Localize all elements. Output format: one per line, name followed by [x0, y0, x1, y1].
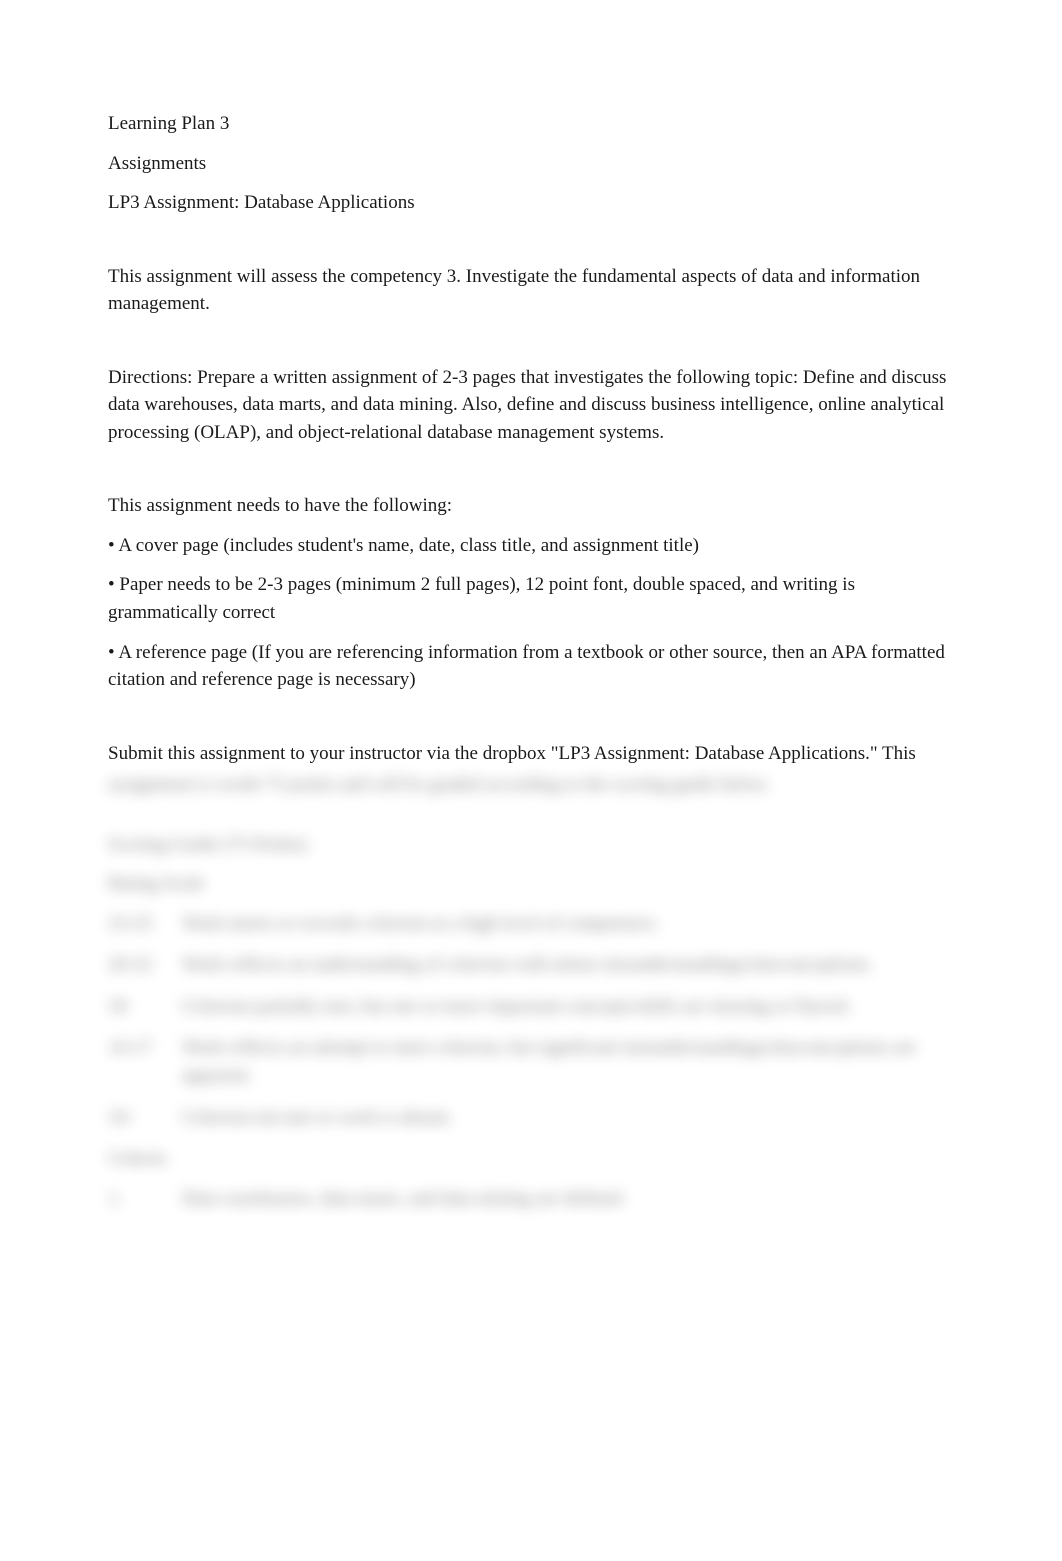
rating-scale-label: Rating Scale: [108, 870, 954, 898]
rating-desc: Work reflects an understanding of criter…: [182, 951, 954, 979]
criteria-row: 1. Data warehouses, data marts, and data…: [108, 1185, 954, 1213]
submit-text-rest: assignment is worth 75 points and will b…: [108, 771, 954, 799]
rating-points: 23-25: [108, 910, 182, 938]
directions-text: Directions: Prepare a written assignment…: [108, 364, 954, 447]
rating-row: 14-17 Work reflects an attempt to meet c…: [108, 1034, 954, 1089]
rating-row: 20-22 Work reflects an understanding of …: [108, 951, 954, 979]
criteria-desc: Data warehouses, data marts, and data mi…: [182, 1185, 954, 1213]
rating-desc: Criterion not met or work is absent.: [182, 1104, 954, 1132]
criteria-num: 1.: [108, 1185, 182, 1213]
heading-assignment-title: LP3 Assignment: Database Applications: [108, 189, 954, 217]
heading-learning-plan: Learning Plan 3: [108, 110, 954, 138]
needs-intro: This assignment needs to have the follow…: [108, 492, 954, 520]
bullet-formatting: • Paper needs to be 2-3 pages (minimum 2…: [108, 571, 954, 626]
rating-row: 18 Criterion partially met, but one or m…: [108, 993, 954, 1021]
rating-row: 23-25 Work meets or exceeds criterion at…: [108, 910, 954, 938]
rating-desc: Criterion partially met, but one or more…: [182, 993, 954, 1021]
blurred-content: assignment is worth 75 points and will b…: [108, 771, 954, 1212]
submit-text-visible: Submit this assignment to your instructo…: [108, 740, 954, 768]
rating-points: 20-22: [108, 951, 182, 979]
scoring-guide-title: Scoring Guide (75 Points): [108, 831, 954, 859]
rating-points: 18: [108, 993, 182, 1021]
bullet-cover-page: • A cover page (includes student's name,…: [108, 532, 954, 560]
rating-points: 14-17: [108, 1034, 182, 1089]
competency-text: This assignment will assess the competen…: [108, 263, 954, 318]
rating-points: 10-: [108, 1104, 182, 1132]
bullet-reference-page: • A reference page (If you are referenci…: [108, 639, 954, 694]
rating-desc: Work reflects an attempt to meet criteri…: [182, 1034, 954, 1089]
heading-assignments: Assignments: [108, 150, 954, 178]
rating-row: 10- Criterion not met or work is absent.: [108, 1104, 954, 1132]
criteria-label: Criteria: [108, 1145, 954, 1173]
rating-desc: Work meets or exceeds criterion at a hig…: [182, 910, 954, 938]
